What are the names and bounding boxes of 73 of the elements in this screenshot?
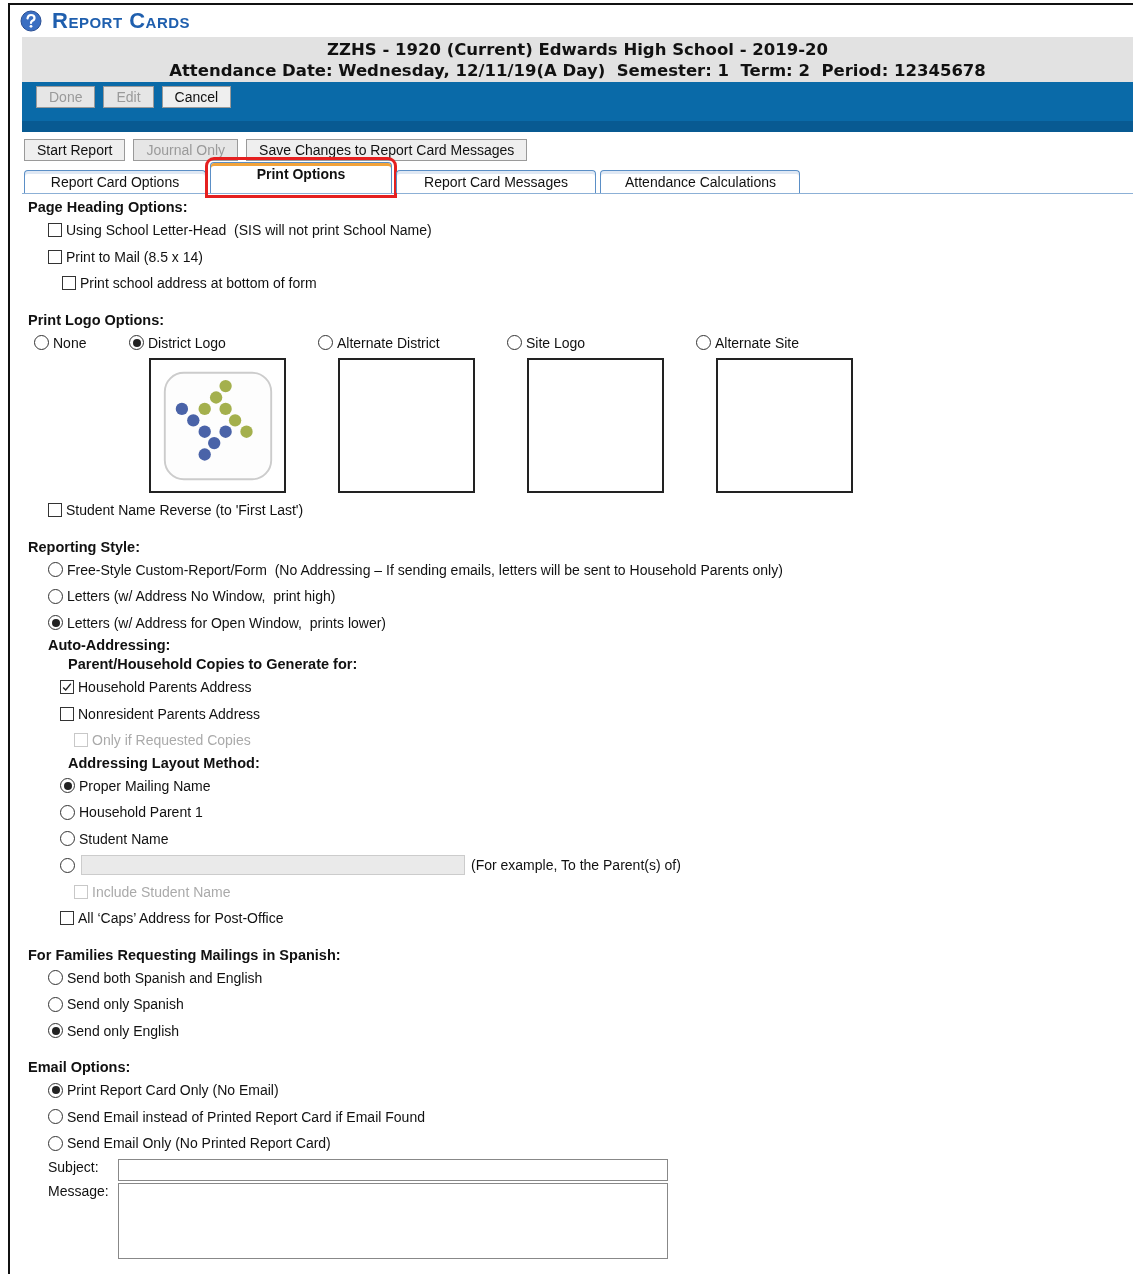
action-button[interactable]: Cancel xyxy=(161,86,232,108)
option-label: Student Name Reverse (to 'First Last') xyxy=(66,502,304,519)
radio-button[interactable] xyxy=(507,335,522,351)
header-text: Attendance Date: Wednesday, 12/11/19(A Day) Semester: 1 Term: 2 Period: 12345678 xyxy=(168,60,987,81)
option-label: All ‘Caps’ Address for Post-Office xyxy=(78,910,284,927)
subheading: Parent/Household Copies to Generate for: xyxy=(68,655,359,674)
tab[interactable]: Report Card Messages xyxy=(396,170,596,193)
radio-button[interactable] xyxy=(48,588,63,604)
radio-button[interactable] xyxy=(60,804,75,820)
section-heading: For Families Requesting Mailings in Spanish: xyxy=(28,945,342,965)
option-label: Send both Spanish and English xyxy=(67,969,263,986)
field-label: Message: xyxy=(48,1182,110,1199)
option-label: Letters (w/ Address No Window, print high) xyxy=(67,588,336,605)
option-label: Letters (w/ Address for Open Window, prints lower) xyxy=(67,614,386,631)
option-label: Only if Requested Copies xyxy=(92,732,251,749)
section-heading: Reporting Style: xyxy=(28,537,141,557)
checkbox[interactable] xyxy=(48,503,62,518)
option-label: Using School Letter-Head (SIS will not print School Name) xyxy=(66,222,432,239)
header-text: ZZHS - 1920 (Current) Edwards High School - 2019-20 xyxy=(326,39,829,60)
option-label: Student Name xyxy=(79,830,169,847)
tab[interactable]: Attendance Calculations xyxy=(600,170,800,193)
subject-field[interactable] xyxy=(118,1158,668,1181)
radio-button[interactable] xyxy=(129,335,144,351)
hint-text: (For example, To the Parent(s) of) xyxy=(471,857,681,874)
option-label: Alternate District xyxy=(337,334,440,351)
option-label: Household Parent 1 xyxy=(79,804,203,821)
option-label: Send Email instead of Printed Report Card if Email Found xyxy=(67,1108,425,1125)
toolbar-button[interactable]: Save Changes to Report Card Messages xyxy=(246,139,528,161)
help-icon[interactable] xyxy=(20,10,42,32)
subheading: Auto-Addressing: xyxy=(48,636,172,655)
radio-button[interactable] xyxy=(48,996,63,1012)
checkbox[interactable] xyxy=(62,276,76,291)
radio-button[interactable] xyxy=(48,1082,63,1098)
radio-button[interactable] xyxy=(48,970,63,986)
option-label: None xyxy=(53,334,87,351)
option-label: Household Parents Address xyxy=(78,679,252,696)
option-label: Alternate Site xyxy=(715,334,800,351)
option-label: Send only English xyxy=(67,1022,180,1039)
option-label: Send only Spanish xyxy=(67,996,184,1013)
section-heading: Email Options: xyxy=(28,1058,132,1077)
radio-button[interactable] xyxy=(48,1135,63,1151)
option-label: Include Student Name xyxy=(92,883,231,900)
radio-button[interactable] xyxy=(48,1109,63,1125)
toolbar-button[interactable]: Start Report xyxy=(24,139,126,161)
radio-button[interactable] xyxy=(48,1023,63,1039)
option-label: Print to Mail (8.5 x 14) xyxy=(66,248,203,265)
option-label: Print school address at bottom of form xyxy=(80,275,317,292)
field-label: Subject: xyxy=(48,1158,100,1175)
section-heading: Page Heading Options: xyxy=(28,198,189,217)
radio-button[interactable] xyxy=(60,831,75,847)
option-label: Send Email Only (No Printed Report Card) xyxy=(67,1135,331,1152)
tab[interactable]: Report Card Options xyxy=(24,170,206,193)
radio-button[interactable] xyxy=(318,335,333,351)
subheading: Addressing Layout Method: xyxy=(68,753,261,773)
option-label: Proper Mailing Name xyxy=(79,777,211,794)
radio-button[interactable] xyxy=(48,615,63,631)
option-label: Free-Style Custom-Report/Form (No Addressing – If sending emails, letters will be sent to Household Parents only) xyxy=(67,561,783,578)
checkbox[interactable] xyxy=(60,706,74,721)
option-label: Nonresident Parents Address xyxy=(78,705,261,722)
checkbox[interactable] xyxy=(60,911,74,926)
page-title: Report Cards xyxy=(52,8,191,34)
option-label: Print Report Card Only (No Email) xyxy=(67,1082,279,1099)
section-heading: Print Logo Options: xyxy=(28,310,166,330)
checkbox[interactable] xyxy=(48,223,62,238)
radio-button[interactable] xyxy=(60,778,75,794)
radio-button[interactable] xyxy=(696,335,711,351)
checkbox[interactable] xyxy=(60,680,74,695)
message-field[interactable] xyxy=(118,1182,668,1259)
radio-button[interactable] xyxy=(48,562,63,578)
option-label: Site Logo xyxy=(526,334,586,351)
radio-button[interactable] xyxy=(34,335,49,351)
checkbox[interactable] xyxy=(48,249,62,264)
option-label: District Logo xyxy=(148,334,226,351)
